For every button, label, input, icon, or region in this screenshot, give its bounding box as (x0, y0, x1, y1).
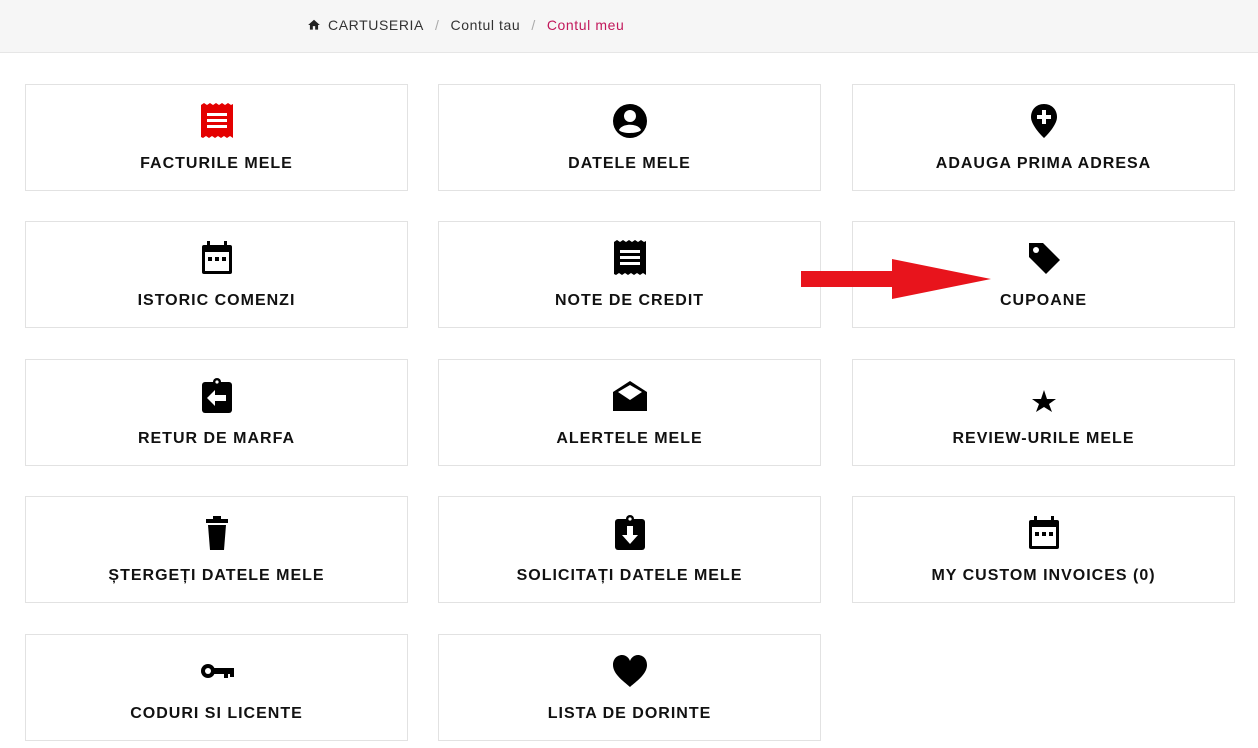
card-label: CODURI SI LICENTE (130, 705, 303, 722)
card-retur-de-marfa[interactable]: RETUR DE MARFA (25, 359, 408, 466)
card-lista-de-dorinte[interactable]: LISTA DE DORINTE (438, 634, 821, 741)
calendar-icon (201, 241, 232, 274)
card-label: ȘTERGEȚI DATELE MELE (108, 567, 325, 584)
trash-icon (205, 516, 228, 550)
calendar-icon (1028, 516, 1059, 549)
card-stergeti-datele-mele[interactable]: ȘTERGEȚI DATELE MELE (25, 496, 408, 603)
card-label: LISTA DE DORINTE (547, 705, 712, 722)
user-circle-icon (612, 104, 647, 138)
tag-icon (1028, 243, 1060, 274)
card-facturile-mele[interactable]: FACTURILE MELE (25, 84, 408, 191)
breadcrumb-current: Contul meu (546, 17, 625, 33)
card-datele-mele[interactable]: DATELE MELE (438, 84, 821, 191)
breadcrumb-separator: / (531, 17, 536, 33)
card-label: REVIEW-URILE MELE (952, 430, 1135, 447)
open-envelope-icon (612, 381, 647, 411)
card-coduri-si-licente[interactable]: CODURI SI LICENTE (25, 634, 408, 741)
clipboard-download-icon (614, 515, 645, 550)
heart-icon (612, 655, 647, 687)
star-icon (1031, 390, 1056, 412)
card-solicitati-datele-mele[interactable]: SOLICITAȚI DATELE MELE (438, 496, 821, 603)
card-review-urile-mele[interactable]: REVIEW-URILE MELE (852, 359, 1235, 466)
breadcrumb-parent-link[interactable]: Contul tau (450, 17, 520, 33)
card-label: NOTE DE CREDIT (554, 292, 705, 309)
card-alertele-mele[interactable]: ALERTELE MELE (438, 359, 821, 466)
card-label: RETUR DE MARFA (137, 430, 296, 447)
invoice-icon (200, 103, 233, 138)
card-label: SOLICITAȚI DATELE MELE (516, 567, 743, 584)
card-note-de-credit[interactable]: NOTE DE CREDIT (438, 221, 821, 328)
clipboard-return-icon (201, 378, 232, 413)
card-istoric-comenzi[interactable]: ISTORIC COMENZI (25, 221, 408, 328)
card-label: ALERTELE MELE (556, 430, 703, 447)
key-icon (200, 664, 234, 678)
breadcrumb: CARTUSERIA / Contul tau / Contul meu (307, 17, 624, 33)
home-icon[interactable] (307, 18, 321, 32)
card-label: MY CUSTOM INVOICES (0) (931, 567, 1156, 584)
card-label: FACTURILE MELE (140, 155, 293, 172)
red-arrow-icon (801, 259, 991, 299)
breadcrumb-bar: CARTUSERIA / Contul tau / Contul meu (0, 0, 1258, 53)
card-my-custom-invoices[interactable]: MY CUSTOM INVOICES (0) (852, 496, 1235, 603)
add-location-icon (1030, 104, 1057, 138)
breadcrumb-home-link[interactable]: CARTUSERIA (328, 17, 424, 33)
receipt-icon (613, 240, 646, 275)
card-label: ISTORIC COMENZI (137, 292, 296, 309)
card-label: DATELE MELE (568, 155, 691, 172)
card-adauga-prima-adresa[interactable]: ADAUGA PRIMA ADRESA (852, 84, 1235, 191)
breadcrumb-separator: / (434, 17, 440, 33)
card-label: ADAUGA PRIMA ADRESA (935, 155, 1152, 172)
